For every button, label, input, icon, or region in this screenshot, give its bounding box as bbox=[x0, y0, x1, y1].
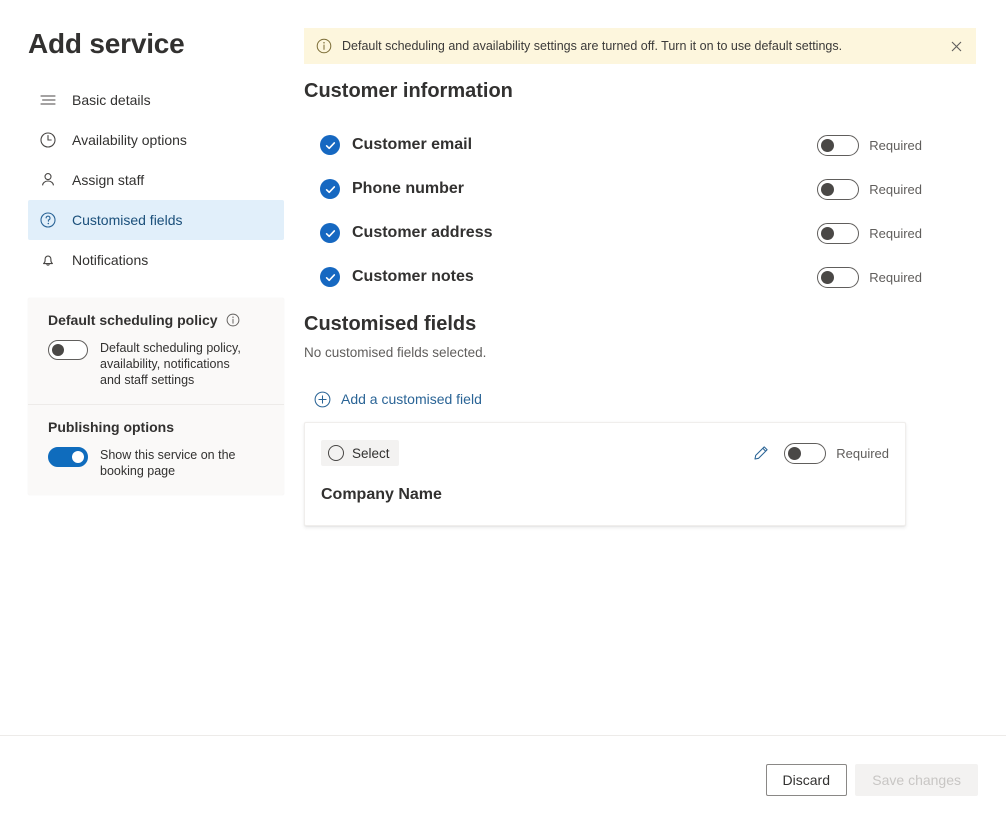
banner-message: Default scheduling and availability sett… bbox=[342, 38, 944, 55]
save-changes-button[interactable]: Save changes bbox=[855, 764, 978, 796]
required-control: Required bbox=[817, 223, 922, 244]
required-label: Required bbox=[869, 270, 922, 285]
sidebar-item-label: Assign staff bbox=[72, 170, 144, 190]
required-toggle[interactable] bbox=[817, 223, 859, 244]
plus-circle-icon bbox=[314, 391, 331, 408]
person-icon bbox=[38, 170, 58, 190]
required-label: Required bbox=[869, 226, 922, 241]
customer-info-label: Phone number bbox=[352, 180, 817, 198]
default-scheduling-policy-toggle[interactable] bbox=[48, 340, 88, 360]
customer-information-heading: Customer information bbox=[304, 78, 513, 104]
publishing-options-section: Publishing options Show this service on … bbox=[28, 404, 284, 495]
checkmark-circle-icon[interactable] bbox=[320, 135, 340, 155]
customised-field-select-button[interactable]: Select bbox=[321, 440, 399, 466]
warning-banner: Default scheduling and availability sett… bbox=[304, 28, 976, 64]
customer-info-label: Customer address bbox=[352, 224, 817, 242]
sidebar-item-label: Availability options bbox=[72, 130, 187, 150]
default-scheduling-policy-description: Default scheduling policy, availability,… bbox=[100, 340, 250, 388]
section-title-text: Default scheduling policy bbox=[48, 312, 218, 328]
banner-close-button[interactable] bbox=[944, 34, 968, 58]
clock-icon bbox=[38, 130, 58, 150]
customer-information-list: Customer email Required Phone number Req… bbox=[320, 123, 922, 299]
info-circle-icon bbox=[316, 38, 332, 54]
list-lines-icon bbox=[38, 90, 58, 110]
publishing-options-row: Show this service on the booking page bbox=[48, 447, 264, 479]
customer-info-row: Phone number Required bbox=[320, 167, 922, 211]
default-scheduling-policy-title: Default scheduling policy bbox=[48, 312, 264, 328]
sidebar-item-notifications[interactable]: Notifications bbox=[28, 240, 284, 280]
required-control: Required bbox=[817, 267, 922, 288]
info-circle-icon[interactable] bbox=[226, 313, 240, 327]
customised-field-select-label: Select bbox=[352, 446, 390, 461]
required-control: Required bbox=[784, 443, 889, 464]
section-title-text: Publishing options bbox=[48, 419, 174, 435]
customer-info-label: Customer email bbox=[352, 136, 817, 154]
main-content: Default scheduling and availability sett… bbox=[304, 0, 1006, 735]
required-label: Required bbox=[836, 446, 889, 461]
required-label: Required bbox=[869, 138, 922, 153]
customer-info-row: Customer address Required bbox=[320, 211, 922, 255]
customised-fields-heading: Customised fields bbox=[304, 311, 476, 337]
customised-field-name: Company Name bbox=[321, 486, 442, 504]
radio-circle-icon bbox=[328, 445, 344, 461]
add-customised-field-label: Add a customised field bbox=[341, 391, 482, 407]
customised-fields-empty-note: No customised fields selected. bbox=[304, 345, 486, 360]
close-icon bbox=[951, 41, 962, 52]
checkmark-circle-icon[interactable] bbox=[320, 223, 340, 243]
required-control: Required bbox=[817, 179, 922, 200]
customer-info-label: Customer notes bbox=[352, 268, 817, 286]
page-title: Add service bbox=[28, 26, 185, 62]
default-scheduling-policy-row: Default scheduling policy, availability,… bbox=[48, 340, 264, 388]
sidebar-item-availability-options[interactable]: Availability options bbox=[28, 120, 284, 160]
required-toggle[interactable] bbox=[817, 267, 859, 288]
checkmark-circle-icon[interactable] bbox=[320, 267, 340, 287]
publishing-options-description: Show this service on the booking page bbox=[100, 447, 250, 479]
sidebar-nav: Basic details Availability options bbox=[28, 80, 284, 280]
add-service-dialog: Add service Basic details Availabili bbox=[0, 0, 1006, 735]
publishing-options-toggle[interactable] bbox=[48, 447, 88, 467]
customer-info-row: Customer email Required bbox=[320, 123, 922, 167]
pencil-icon bbox=[752, 444, 770, 462]
dialog-footer: Discard Save changes bbox=[0, 735, 1006, 818]
sidebar-settings-card: Default scheduling policy Default schedu… bbox=[28, 298, 284, 495]
bell-icon bbox=[38, 250, 58, 270]
sidebar-item-label: Notifications bbox=[72, 250, 148, 270]
edit-customised-field-button[interactable] bbox=[746, 438, 776, 468]
customer-info-row: Customer notes Required bbox=[320, 255, 922, 299]
sidebar: Add service Basic details Availabili bbox=[0, 0, 304, 735]
required-label: Required bbox=[869, 182, 922, 197]
customised-field-card-header: Select Required bbox=[305, 423, 905, 483]
discard-button[interactable]: Discard bbox=[766, 764, 847, 796]
default-scheduling-policy-section: Default scheduling policy Default schedu… bbox=[28, 298, 284, 404]
customised-field-card: Select Required Company Name bbox=[304, 422, 906, 526]
sidebar-item-assign-staff[interactable]: Assign staff bbox=[28, 160, 284, 200]
sidebar-item-label: Basic details bbox=[72, 90, 151, 110]
required-toggle[interactable] bbox=[784, 443, 826, 464]
checkmark-circle-icon[interactable] bbox=[320, 179, 340, 199]
sidebar-item-label: Customised fields bbox=[72, 210, 183, 230]
sidebar-item-basic-details[interactable]: Basic details bbox=[28, 80, 284, 120]
required-toggle[interactable] bbox=[817, 135, 859, 156]
publishing-options-title: Publishing options bbox=[48, 419, 264, 435]
required-control: Required bbox=[817, 135, 922, 156]
required-toggle[interactable] bbox=[817, 179, 859, 200]
question-circle-icon bbox=[38, 210, 58, 230]
sidebar-item-customised-fields[interactable]: Customised fields bbox=[28, 200, 284, 240]
add-customised-field-button[interactable]: Add a customised field bbox=[314, 386, 482, 412]
